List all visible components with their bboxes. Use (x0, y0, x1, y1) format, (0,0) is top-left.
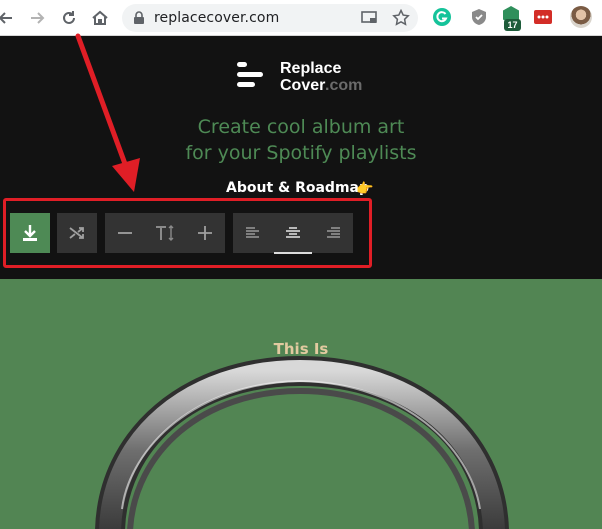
browser-toolbar: replacecover.com 17 (0, 0, 602, 36)
shield-extension-icon[interactable] (469, 7, 489, 27)
lastpass-icon[interactable] (533, 7, 553, 27)
toolbar-highlight-box (3, 198, 372, 268)
grammarly-icon[interactable] (432, 7, 452, 27)
star-icon[interactable] (392, 9, 410, 27)
reload-icon[interactable] (57, 6, 81, 30)
lock-icon (134, 11, 144, 24)
extension-badge: 17 (504, 19, 521, 31)
home-icon[interactable] (88, 6, 112, 30)
profile-avatar[interactable] (570, 6, 592, 28)
url-text: replacecover.com (154, 10, 280, 26)
about-roadmap-link[interactable]: About & Roadmap (226, 180, 369, 196)
tagline-line2: for your Spotify playlists (185, 142, 417, 164)
forward-arrow-icon[interactable] (25, 6, 49, 30)
headphones-image (95, 355, 509, 529)
brand-name-line2: Cover (280, 77, 326, 94)
pointing-hand-emoji: 👉 (356, 180, 374, 196)
brand-suffix: .com (325, 77, 363, 94)
cover-preview-canvas: This Is (0, 279, 602, 529)
tagline-line1: Create cool album art (197, 116, 405, 138)
cast-icon[interactable] (360, 9, 378, 27)
back-arrow-icon[interactable] (0, 6, 18, 30)
brand-name-line1: Replace (280, 60, 342, 77)
replacecover-logo-icon (237, 60, 267, 90)
